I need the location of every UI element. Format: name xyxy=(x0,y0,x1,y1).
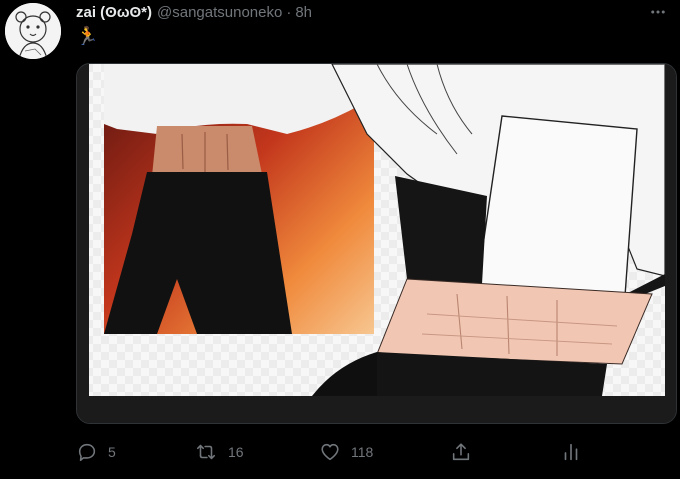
author-name[interactable]: zai (ʘωʘ*) xyxy=(76,4,152,21)
tweet-text: 🏃 xyxy=(76,26,99,46)
tweet-header: zai (ʘωʘ*) @sangatsunoneko · 8h xyxy=(76,1,670,23)
retweet-button[interactable]: 16 xyxy=(194,440,244,464)
tweet-timestamp[interactable]: 8h xyxy=(295,4,312,21)
analytics-button[interactable] xyxy=(560,440,582,464)
retweet-icon xyxy=(194,441,218,463)
tweet-media[interactable] xyxy=(76,63,677,424)
retweet-count: 16 xyxy=(228,444,244,460)
heart-icon xyxy=(319,441,341,463)
reply-button[interactable]: 5 xyxy=(76,440,116,464)
avatar-illustration xyxy=(5,3,61,59)
like-count: 118 xyxy=(351,444,374,460)
analytics-icon xyxy=(560,441,582,463)
share-icon xyxy=(450,441,472,463)
author-handle[interactable]: @sangatsunoneko xyxy=(157,4,282,21)
more-button[interactable] xyxy=(646,1,670,23)
avatar[interactable] xyxy=(5,3,61,59)
more-dots-icon xyxy=(649,3,667,21)
reply-count: 5 xyxy=(108,444,116,460)
header-separator: · xyxy=(286,3,292,21)
tweet-actions: 5 16 118 xyxy=(76,440,596,464)
media-image xyxy=(77,64,676,423)
reply-icon xyxy=(76,441,98,463)
like-button[interactable]: 118 xyxy=(319,440,373,464)
share-button[interactable] xyxy=(450,440,472,464)
